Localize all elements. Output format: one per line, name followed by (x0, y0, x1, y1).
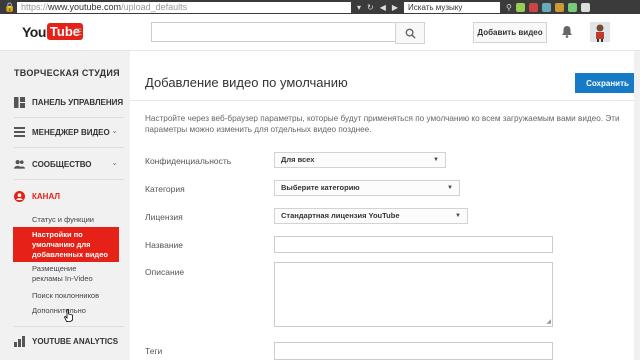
reload-icon[interactable]: ↻ (367, 3, 374, 12)
sidebar-subitem-advanced[interactable]: Дополнительно (32, 306, 122, 316)
sidebar-label-channel: КАНАЛ (32, 191, 60, 201)
sidebar-divider (14, 179, 124, 180)
logo-text-you: You (22, 23, 46, 40)
sidebar-item-video-manager[interactable]: МЕНЕДЖЕР ВИДЕО ⌄ (14, 125, 124, 139)
sidebar-divider (14, 117, 124, 118)
resize-handle-icon[interactable]: ◢ (546, 318, 551, 325)
category-value: Выберите категорию (281, 183, 360, 192)
description-field[interactable]: ◢ (274, 262, 553, 327)
upload-video-button[interactable]: Добавить видео (473, 22, 547, 43)
sidebar-label-analytics: YOUTUBE ANALYTICS (32, 336, 119, 346)
tags-label: Теги (145, 346, 163, 356)
sidebar-subitem-status[interactable]: Статус и функции (32, 215, 122, 225)
chevron-down-icon: ▼ (447, 185, 453, 191)
page-title: Добавление видео по умолчанию (145, 75, 348, 90)
upload-defaults-line-2: умолчанию для (32, 240, 91, 249)
license-label: Лицензия (145, 212, 183, 222)
chevron-down-icon: ▼ (455, 213, 461, 219)
page-scrollbar[interactable] (634, 51, 640, 360)
people-icon (14, 159, 25, 170)
url-path: /upload_defaults (121, 1, 188, 12)
header-divider (130, 100, 640, 101)
search-button[interactable] (395, 22, 425, 44)
title-field[interactable] (274, 236, 553, 253)
chevron-down-icon[interactable]: ⌄ (111, 335, 118, 344)
sidebar-label-video-manager: МЕНЕДЖЕР ВИДЕО (32, 127, 110, 137)
search-icon (405, 28, 416, 39)
sidebar-subitem-upload-defaults[interactable]: Настройки по умолчанию для добавленных в… (13, 227, 119, 262)
address-bar[interactable]: https://www.youtube.com/upload_defaults (17, 1, 351, 13)
dashboard-icon (14, 96, 25, 108)
sidebar-subitem-invideo[interactable]: Размещение рекламы In-Video (32, 264, 122, 284)
description-field-label: Описание (145, 267, 185, 277)
sidebar-item-community[interactable]: СООБЩЕСТВО ⌄ (14, 157, 124, 171)
browser-toolbar: 🔒 https://www.youtube.com/upload_default… (0, 0, 640, 14)
category-label: Категория (145, 184, 185, 194)
sidebar-divider (14, 147, 124, 148)
tags-field[interactable] (274, 342, 553, 360)
menu-icon[interactable] (580, 2, 590, 12)
invideo-line-2: рекламы In-Video (32, 274, 93, 283)
chevron-down-icon[interactable]: ⌄ (111, 126, 118, 135)
privacy-label: Конфиденциальность (145, 156, 232, 166)
studio-title: ТВОРЧЕСКАЯ СТУДИЯ (14, 68, 120, 78)
guide-menu-icon[interactable]: ☰ (74, 27, 82, 38)
url-domain: www.youtube.com (48, 1, 122, 12)
title-field-label: Название (145, 240, 183, 250)
channel-icon (14, 190, 25, 202)
chevron-down-icon: ▼ (433, 157, 439, 163)
extension-icon[interactable] (515, 2, 525, 12)
upload-defaults-line-1: Настройки по (32, 230, 83, 239)
license-value: Стандартная лицензия YouTube (281, 211, 400, 220)
privacy-value: Для всех (281, 155, 315, 164)
chevron-down-icon[interactable]: ⌄ (111, 158, 118, 167)
invideo-line-1: Размещение (32, 264, 77, 273)
sidebar-divider (14, 326, 124, 327)
category-select[interactable]: Выберите категорию ▼ (274, 180, 460, 196)
browser-search-input[interactable]: Искать музыку (404, 1, 501, 13)
save-button[interactable]: Сохранить (575, 73, 640, 93)
sidebar-subitem-fan-finder[interactable]: Поиск поклонников (32, 291, 122, 301)
back-icon[interactable]: ◀ (380, 3, 386, 12)
license-select[interactable]: Стандартная лицензия YouTube ▼ (274, 208, 468, 224)
lock-icon: 🔒 (4, 1, 16, 12)
avatar[interactable] (590, 22, 610, 42)
home-icon[interactable] (541, 2, 551, 12)
sidebar-label-community: СООБЩЕСТВО (32, 159, 92, 169)
dropdown-arrow-icon[interactable]: ▾ (357, 3, 361, 12)
search-input[interactable] (151, 22, 396, 42)
pointer-cursor-icon (64, 309, 73, 322)
addon-icon[interactable] (528, 2, 538, 12)
page-description: Настройте через веб-браузер параметры, к… (145, 114, 620, 134)
sidebar-item-dashboard[interactable]: ПАНЕЛЬ УПРАВЛЕНИЯ (14, 95, 124, 109)
analytics-icon (14, 335, 25, 347)
sidebar-label-dashboard: ПАНЕЛЬ УПРАВЛЕНИЯ (32, 97, 124, 107)
list-icon (14, 127, 25, 138)
sidebar-item-analytics[interactable]: YOUTUBE ANALYTICS ⌄ (14, 334, 124, 348)
forward-icon[interactable]: ▶ (392, 3, 398, 12)
download-icon[interactable] (567, 2, 577, 12)
site-header: You Tube ☰ Добавить видео (0, 14, 640, 51)
magnifier-icon[interactable]: ⚲ (506, 3, 512, 12)
upload-defaults-line-3: добавленных видео (32, 250, 108, 259)
bookmark-icon[interactable] (554, 2, 564, 12)
url-prefix: https:// (21, 1, 49, 12)
bell-icon[interactable] (561, 25, 573, 41)
sidebar-item-channel[interactable]: КАНАЛ (14, 189, 124, 203)
privacy-select[interactable]: Для всех ▼ (274, 152, 446, 168)
